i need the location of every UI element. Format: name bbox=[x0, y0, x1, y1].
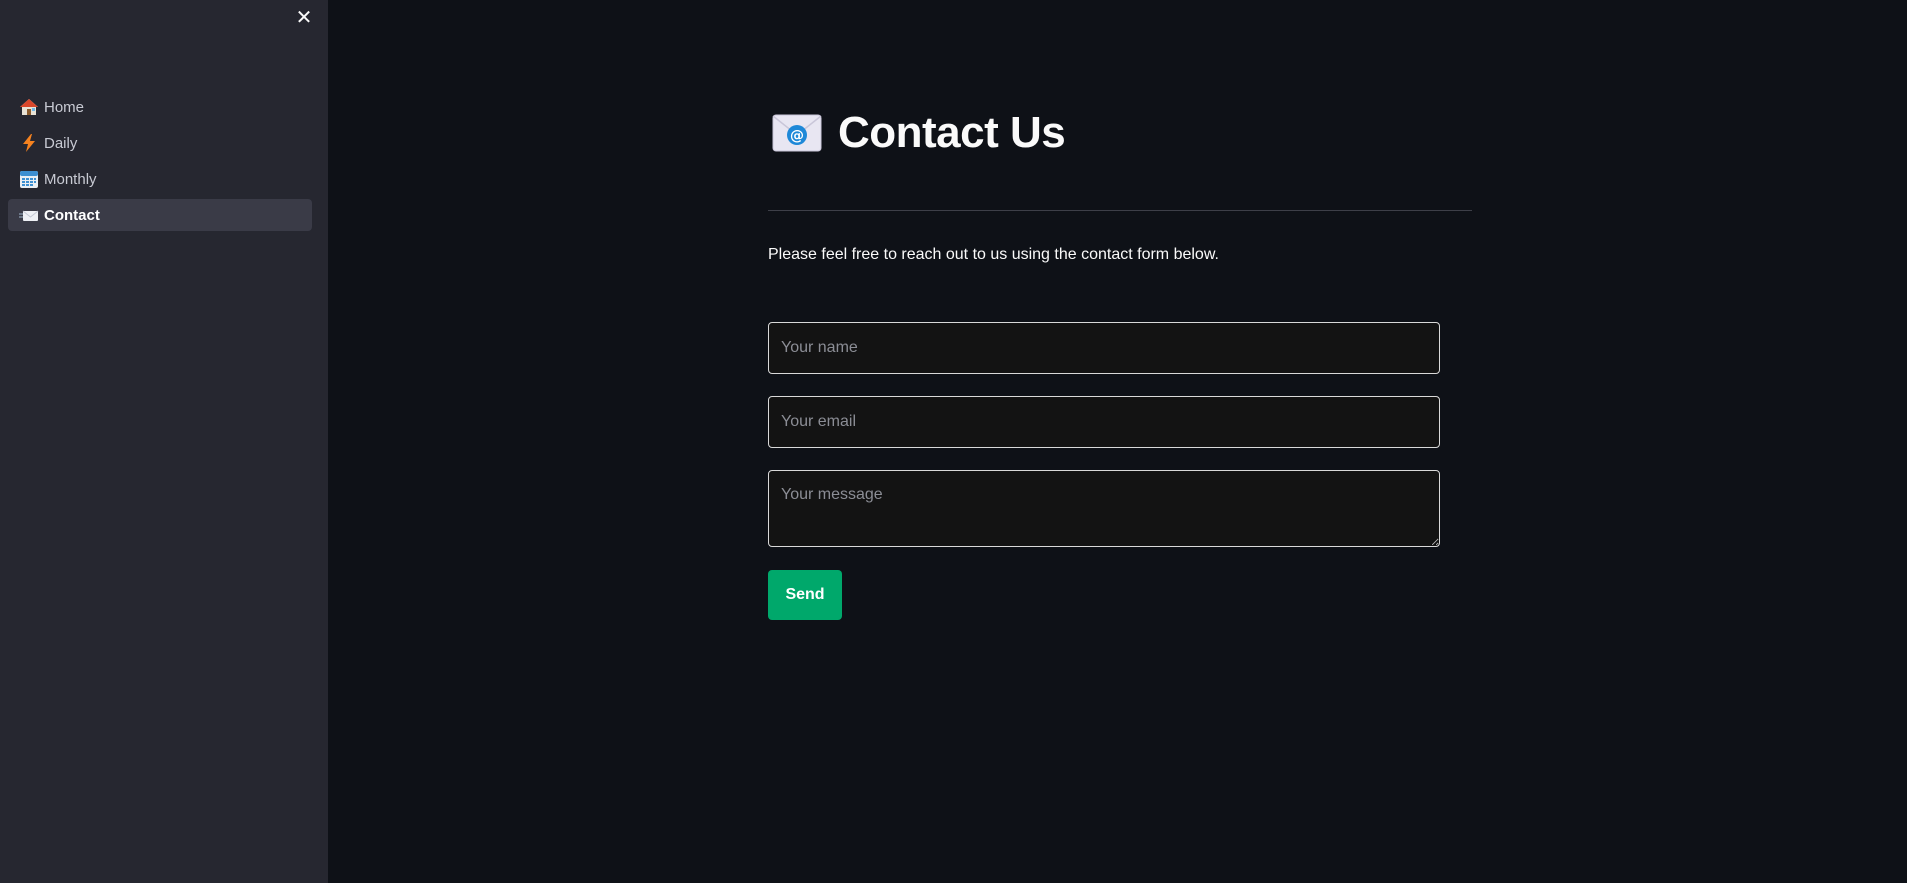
sidebar-item-label: Monthly bbox=[44, 170, 97, 188]
page-title: Contact Us bbox=[838, 108, 1066, 157]
message-textarea[interactable] bbox=[768, 470, 1440, 547]
sidebar-item-daily[interactable]: Daily bbox=[8, 127, 312, 159]
svg-text:@: @ bbox=[790, 128, 804, 144]
sidebar-item-monthly[interactable]: Monthly bbox=[8, 163, 312, 195]
calendar-icon bbox=[19, 169, 39, 189]
name-input[interactable] bbox=[768, 322, 1440, 374]
sidebar-item-label: Contact bbox=[44, 206, 100, 224]
lightning-icon bbox=[19, 133, 39, 153]
app-window: ✕ Home Daily Monthly Contact @ Contact U… bbox=[0, 0, 1907, 883]
title-row: @ Contact Us bbox=[772, 108, 1066, 158]
email-at-icon: @ bbox=[772, 113, 822, 153]
sidebar-item-label: Home bbox=[44, 98, 85, 116]
sidebar-item-contact[interactable]: Contact bbox=[8, 199, 312, 231]
email-icon bbox=[19, 205, 39, 225]
intro-text: Please feel free to reach out to us usin… bbox=[768, 246, 1219, 263]
sidebar-item-home[interactable]: Home bbox=[8, 91, 312, 123]
sidebar-nav: Home Daily Monthly Contact bbox=[8, 91, 312, 235]
sidebar: ✕ Home Daily Monthly Contact bbox=[0, 0, 328, 883]
send-button[interactable]: Send bbox=[768, 570, 842, 620]
house-icon bbox=[19, 97, 39, 117]
divider bbox=[768, 210, 1472, 211]
close-sidebar-button[interactable]: ✕ bbox=[292, 6, 316, 30]
sidebar-item-label: Daily bbox=[44, 134, 78, 152]
email-input[interactable] bbox=[768, 396, 1440, 448]
close-icon: ✕ bbox=[295, 7, 313, 29]
main-content: @ Contact Us Please feel free to reach o… bbox=[328, 0, 1907, 883]
